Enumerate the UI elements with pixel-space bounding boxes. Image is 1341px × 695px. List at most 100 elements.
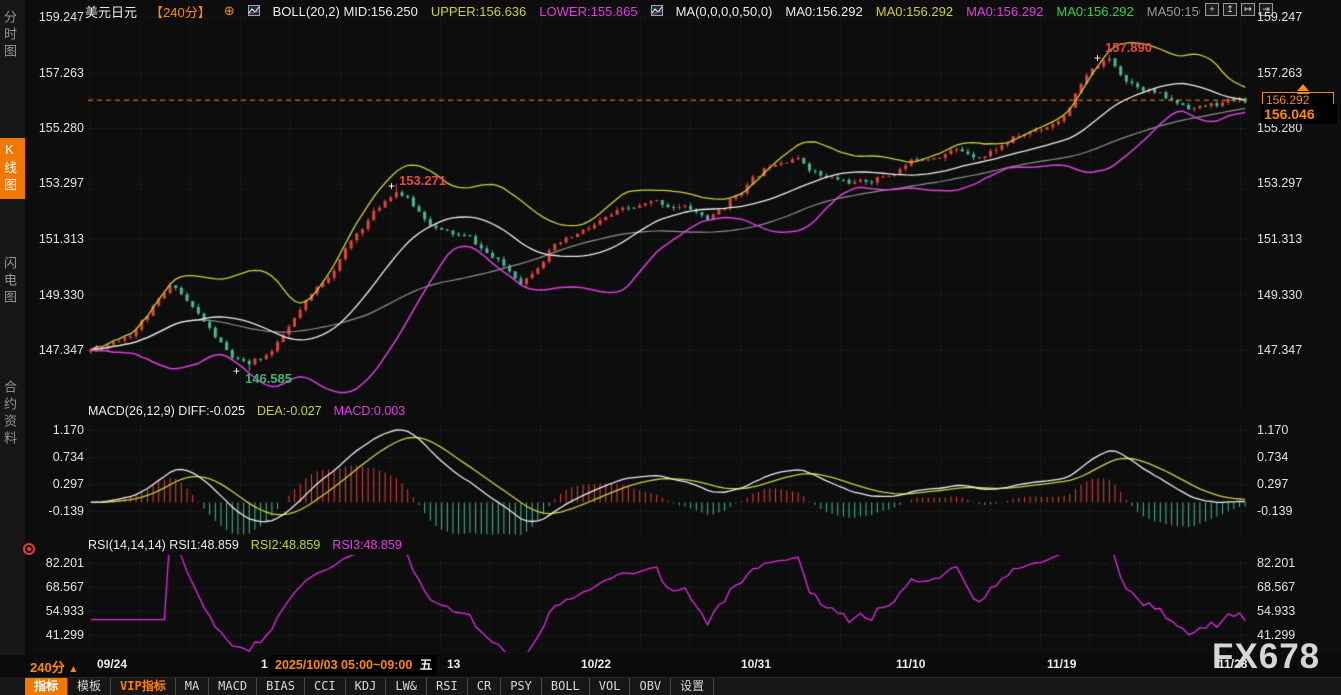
scale-right-icon[interactable]: ↦	[1241, 3, 1255, 16]
chart-header: 美元日元【240分】 ⊕ BOLL(20,2) MID:156.250 UPPER:1…	[85, 2, 1200, 20]
macd-axis-tick-left: -0.139	[28, 503, 84, 519]
macd-axis-tick-left: 0.734	[28, 449, 84, 465]
rsi-rsi1: RSI(14,14,14) RSI1:48.859	[88, 538, 239, 553]
left-sidebar: 分时图 K线图闪电图合约资料	[0, 0, 25, 695]
toolbar-tab-指标[interactable]: 指标	[25, 678, 68, 695]
header-symbol: 美元日元	[85, 2, 137, 20]
price-axis-tick-right: 149.330	[1257, 287, 1337, 303]
toolbar-tab-CR[interactable]: CR	[468, 678, 501, 695]
toolbar-tab-BIAS[interactable]: BIAS	[257, 678, 305, 695]
header-ma-params: MA(0,0,0,0,50,0)	[676, 4, 773, 19]
alert-icon[interactable]	[23, 543, 35, 555]
rsi-axis-tick-right: 68.567	[1257, 579, 1337, 595]
rsi-axis-tick-left: 68.567	[28, 579, 84, 595]
rsi-axis-tick-right: 54.933	[1257, 603, 1337, 619]
period-selector[interactable]: 240分 ▲	[30, 657, 78, 676]
toolbar-tab-MACD[interactable]: MACD	[209, 678, 257, 695]
scale-up-icon[interactable]: ↥	[1223, 3, 1237, 16]
price-axis-tick-left: 159.247	[28, 9, 84, 25]
candle-date-tooltip: 2025/10/03 05:00~09:00 五	[270, 655, 437, 675]
header-boll-upper: UPPER:156.636	[431, 4, 526, 19]
crosshair-icon[interactable]: +	[1205, 3, 1219, 16]
sidebar-item-1[interactable]: 分时图	[0, 6, 25, 65]
macd-axis-tick-left: 0.297	[28, 476, 84, 492]
high-price-label: 157.890	[1105, 40, 1152, 55]
price-axis-tick-left: 157.263	[28, 65, 84, 81]
header-ma0-yellow: MA0:156.292	[876, 4, 953, 19]
toolbar-tab-KDJ[interactable]: KDJ	[346, 678, 387, 695]
price-axis-tick-left: 147.347	[28, 342, 84, 358]
price-axis-tick-left: 151.313	[28, 231, 84, 247]
toolbar-tab-MA[interactable]: MA	[176, 678, 209, 695]
header-boll-lower: LOWER:155.865	[539, 4, 637, 19]
toolbar-tab-CCI[interactable]: CCI	[305, 678, 346, 695]
x-axis-row: 240分 ▲ 2025/10/03 05:00~09:00 五 09/24 1 13…	[0, 655, 1341, 677]
period-arrow-icon: ▲	[68, 664, 78, 675]
toolbar-tab-RSI[interactable]: RSI	[427, 678, 468, 695]
x-axis-label: 13	[447, 657, 460, 671]
toolbar-tab-设置[interactable]: 设置	[671, 678, 714, 695]
low-price-label: 146.585	[245, 371, 292, 386]
header-period: 【240分】	[150, 2, 211, 20]
header-ma0-green: MA0:156.292	[1056, 4, 1133, 19]
rsi-axis-tick-left: 82.201	[28, 555, 84, 571]
last-price-box: 156.046	[1261, 104, 1337, 124]
macd-macd-dea: DEA:-0.027	[257, 404, 322, 419]
macd-macd-hist: MACD:0.003	[334, 404, 406, 419]
low-cross-marker: +	[233, 364, 240, 378]
price-axis-tick-right: 159.247	[1257, 9, 1337, 25]
x-axis-label: 10/31	[741, 657, 771, 671]
tooltip-date: 2025/10/03 05:00~09:00	[275, 658, 412, 672]
price-axis-tick-right: 147.347	[1257, 342, 1337, 358]
header-ma50: MA50:156.471	[1147, 4, 1200, 19]
x-axis-label: 11/10	[896, 657, 925, 671]
price-axis-tick-right: 157.263	[1257, 65, 1337, 81]
price-axis-tick-right: 153.297	[1257, 175, 1337, 191]
toolbar-tab-OBV[interactable]: OBV	[630, 678, 671, 695]
trading-app: 分时图 K线图闪电图合约资料 美元日元【240分】 ⊕ BOLL(20,2) MID:…	[0, 0, 1341, 695]
price-axis-tick-left: 149.330	[28, 287, 84, 303]
macd-macd-diff: MACD(26,12,9) DIFF:-0.025	[88, 404, 245, 419]
rsi-rsi3: RSI3:48.859	[332, 538, 402, 553]
macd-axis-tick-right: 0.297	[1257, 476, 1337, 492]
x-axis-label: 09/24	[97, 657, 127, 671]
macd-axis-tick-right: 0.734	[1257, 449, 1337, 465]
rsi-axis-tick-left: 54.933	[28, 603, 84, 619]
rsi-pane-header: RSI(14,14,14) RSI1:48.859 RSI2:48.859 RSI3…	[88, 538, 402, 553]
macd-axis-tick-left: 1.170	[28, 422, 84, 438]
header-boll-mid: BOLL(20,2) MID:156.250	[273, 4, 418, 19]
header-ma0-magenta: MA0:156.292	[966, 4, 1043, 19]
sidebar-item-4[interactable]: 合约资料	[0, 376, 25, 452]
tooltip-weekday: 五	[420, 658, 433, 672]
macd-axis-tick-right: 1.170	[1257, 422, 1337, 438]
macd-pane-header: MACD(26,12,9) DIFF:-0.025 DEA:-0.027 MACD:…	[88, 404, 405, 419]
macd-axis-tick-right: -0.139	[1257, 503, 1337, 519]
x-axis-label: 1	[261, 657, 268, 671]
swing-cross-marker: +	[388, 179, 395, 193]
sidebar-item-2[interactable]: K线图	[0, 138, 25, 199]
rsi-axis-tick-right: 82.201	[1257, 555, 1337, 571]
price-marker-icon	[1297, 84, 1309, 94]
period-text: 240分	[30, 660, 65, 675]
toolbar-tab-VOL[interactable]: VOL	[590, 678, 631, 695]
rsi-axis-tick-left: 41.299	[28, 627, 84, 643]
price-axis-tick-left: 155.280	[28, 120, 84, 136]
toolbar-tab-VIP指标[interactable]: VIP指标	[111, 678, 176, 695]
sidebar-item-3[interactable]: 闪电图	[0, 252, 25, 311]
toolbar-tab-LW&[interactable]: LW&	[386, 678, 427, 695]
x-axis-label: 11/19	[1047, 657, 1076, 671]
add-indicator-icon[interactable]: ⊕	[224, 3, 235, 19]
rsi-rsi2: RSI2:48.859	[251, 538, 321, 553]
price-axis-tick-left: 153.297	[28, 175, 84, 191]
toolbar-tab-PSY[interactable]: PSY	[501, 678, 542, 695]
swing-high-label: 153.271	[399, 173, 446, 188]
fx678-watermark: FX678	[1212, 637, 1320, 677]
x-axis-label: 10/22	[581, 657, 611, 671]
toolbar-tab-BOLL[interactable]: BOLL	[542, 678, 590, 695]
toolbar-tab-模板[interactable]: 模板	[68, 678, 111, 695]
mini-chart-icon	[248, 4, 260, 19]
header-ma0-white: MA0:156.292	[785, 4, 862, 19]
high-cross-marker: +	[1094, 51, 1101, 65]
price-chart-canvas[interactable]	[25, 0, 1341, 655]
bottom-toolbar: 指标模板VIP指标MAMACDBIASCCIKDJLW&RSICRPSYBOLL…	[25, 677, 1341, 695]
